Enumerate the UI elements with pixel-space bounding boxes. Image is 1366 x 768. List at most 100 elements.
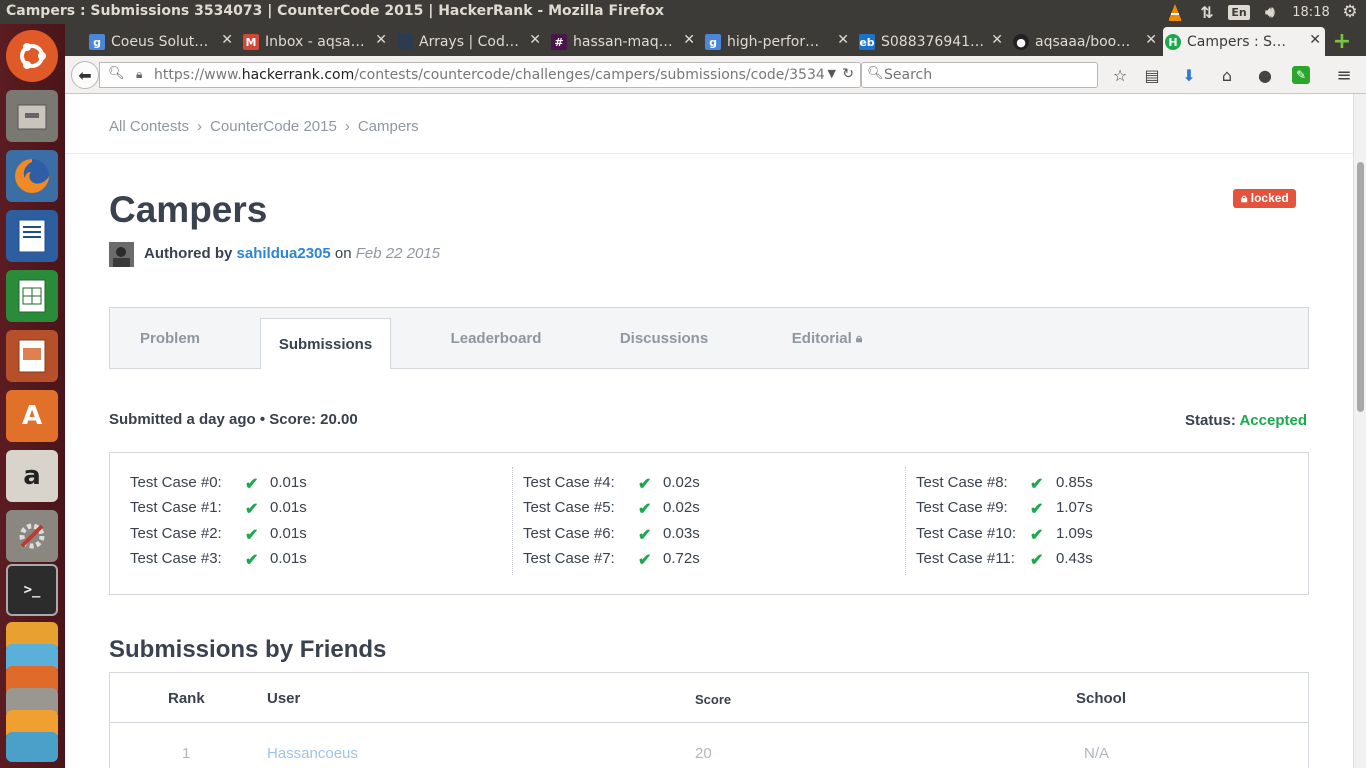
page-scrollbar[interactable] [1353,94,1366,768]
close-tab-icon[interactable]: ✕ [991,32,1003,48]
new-tab-button[interactable]: + [1327,27,1357,56]
submission-status: Status: Accepted [1185,412,1307,429]
dropdown-arrow-icon[interactable]: ▼ [823,67,836,80]
divider [110,722,1308,723]
test-case-row: Test Case #8: ✔ 0.85s [916,474,1093,493]
close-tab-icon[interactable]: ✕ [837,32,849,48]
close-tab-icon[interactable]: ✕ [529,32,541,48]
test-case-row: Test Case #2: ✔ 0.01s [130,525,307,544]
tab-problem[interactable]: Problem [110,308,230,368]
window-title: Campers : Submissions 3534073 | CounterC… [6,3,664,19]
terminal-icon[interactable]: >_ [6,564,58,616]
browser-tab[interactable]: ● aqsaaa/boo… ✕ [1011,27,1161,56]
amazon-icon[interactable]: a [6,450,58,502]
ubuntu-logo-icon[interactable] [6,30,58,82]
close-tab-icon[interactable]: ✕ [1309,32,1321,48]
url-bar[interactable]: 🔍︎ 🔒︎ https://www. hackerrank.com/contest… [99,62,861,88]
reading-list-icon[interactable]: ▤ [1141,64,1163,86]
breadcrumb-campers[interactable]: Campers [358,118,419,135]
close-tab-icon[interactable]: ✕ [221,32,233,48]
author-link[interactable]: sahildua2305 [237,245,331,262]
navigation-bar: 🔍︎ 🔒︎ https://www. hackerrank.com/contest… [65,56,1366,94]
test-results-column: Test Case #8: ✔ 0.85s Test Case #9: ✔ 1.07s … [905,467,1295,575]
google-icon: g [89,34,105,50]
table-cell-score: 20 [695,745,712,762]
search-icon: 🔍︎ [867,66,884,81]
tab-leaderboard[interactable]: Leaderboard [430,308,562,368]
menu-icon[interactable]: ≡ [1333,64,1355,86]
close-tab-icon[interactable]: ✕ [1145,32,1157,48]
test-results-column: Test Case #0: ✔ 0.01s Test Case #1: ✔ 0.01s … [130,467,510,575]
check-icon: ✔ [638,476,652,493]
check-icon: ✔ [245,527,259,544]
test-case-row: Test Case #10: ✔ 1.09s [916,525,1093,544]
test-case-row: Test Case #9: ✔ 1.07s [916,499,1093,518]
software-center-icon[interactable]: A [6,390,58,442]
check-icon: ✔ [245,476,259,493]
vlc-icon[interactable] [1164,0,1186,24]
site-identity-icon[interactable]: 🔍︎ [108,66,125,81]
table-cell-user-link[interactable]: Hassancoeus [267,745,358,762]
challenge-tabs: Problem Submissions Leaderboard Discussi… [109,307,1309,369]
browser-tab[interactable]: M Inbox - aqsa… ✕ [241,27,391,56]
browser-tab[interactable]: # hassan-maq… ✕ [549,27,699,56]
network-icon[interactable]: ⇅ [1196,0,1218,24]
downloads-icon[interactable]: ⬇ [1178,64,1200,86]
browser-tab[interactable]: g high-perfor… ✕ [703,27,853,56]
browser-tab[interactable]: g Coeus Solut… ✕ [87,27,237,56]
divider [65,153,1353,154]
close-tab-icon[interactable]: ✕ [375,32,387,48]
tab-editorial[interactable]: Editorial 🔒︎ [772,308,882,368]
breadcrumb: All Contests › CounterCode 2015 › Campers [109,118,419,135]
browser-tab[interactable]: Arrays | Cod… ✕ [395,27,545,56]
calc-icon[interactable] [6,270,58,322]
impress-icon[interactable] [6,330,58,382]
locked-badge: 🔒︎ locked [1233,189,1296,208]
friends-table: Rank User Score School 1 Hassancoeus 20 … [109,672,1309,768]
search-bar[interactable]: 🔍︎ [861,62,1098,88]
column-header-user[interactable]: User [267,690,300,707]
test-case-row: Test Case #0: ✔ 0.01s [130,474,307,493]
table-cell-rank: 1 [182,745,191,762]
search-input[interactable] [884,67,1084,83]
writer-icon[interactable] [6,210,58,262]
firefox-icon[interactable] [6,150,58,202]
close-tab-icon[interactable]: ✕ [683,32,695,48]
tab-discussions[interactable]: Discussions [600,308,728,368]
avatar[interactable] [109,242,134,267]
column-header-rank[interactable]: Rank [168,690,205,707]
authored-date: Feb 22 2015 [355,245,441,262]
test-results-column: Test Case #4: ✔ 0.02s Test Case #5: ✔ 0.02s … [512,467,904,575]
reload-icon[interactable]: ↻ [842,66,854,82]
files-icon[interactable] [6,90,58,142]
check-icon: ✔ [245,501,259,518]
breadcrumb-countercode[interactable]: CounterCode 2015 [210,118,337,135]
friends-section-title: Submissions by Friends [109,636,387,663]
column-header-score[interactable]: Score [695,692,731,707]
system-settings-icon[interactable] [6,510,58,562]
browser-tab-active[interactable]: H Campers : S… ✕ [1163,27,1325,56]
test-case-row: Test Case #1: ✔ 0.01s [130,499,307,518]
clock[interactable]: 18:18 [1290,0,1332,24]
bookmark-star-icon[interactable]: ☆ [1109,64,1131,86]
home-icon[interactable]: ⌂ [1216,64,1238,86]
column-header-school[interactable]: School [1076,690,1126,707]
top-panel: Campers : Submissions 3534073 | CounterC… [0,0,1366,24]
test-results-panel: Test Case #0: ✔ 0.01s Test Case #1: ✔ 0.01s … [109,452,1309,595]
chat-icon[interactable]: ● [1254,64,1276,86]
breadcrumb-all-contests[interactable]: All Contests [109,118,189,135]
extension-icon[interactable]: ✎ [1292,66,1310,84]
volume-icon[interactable]: 🔊︎ [1258,0,1282,24]
browser-tab-strip: g Coeus Solut… ✕ M Inbox - aqsa… ✕ Array… [65,24,1366,56]
status-accepted: Accepted [1239,412,1307,429]
check-icon: ✔ [638,552,652,569]
chevron-right-icon: › [197,118,203,135]
page-content: All Contests › CounterCode 2015 › Campers Ca… [65,94,1353,768]
back-button[interactable]: ⬅︎ [71,61,99,89]
tab-submissions[interactable]: Submissions [260,318,391,369]
keyboard-indicator[interactable]: En [1228,0,1250,24]
stacked-icon-6[interactable] [6,732,58,762]
settings-gear-icon[interactable]: ⚙ [1338,0,1362,24]
browser-tab[interactable]: eb S088376941… ✕ [857,27,1007,56]
scrollbar-thumb[interactable] [1357,162,1364,412]
